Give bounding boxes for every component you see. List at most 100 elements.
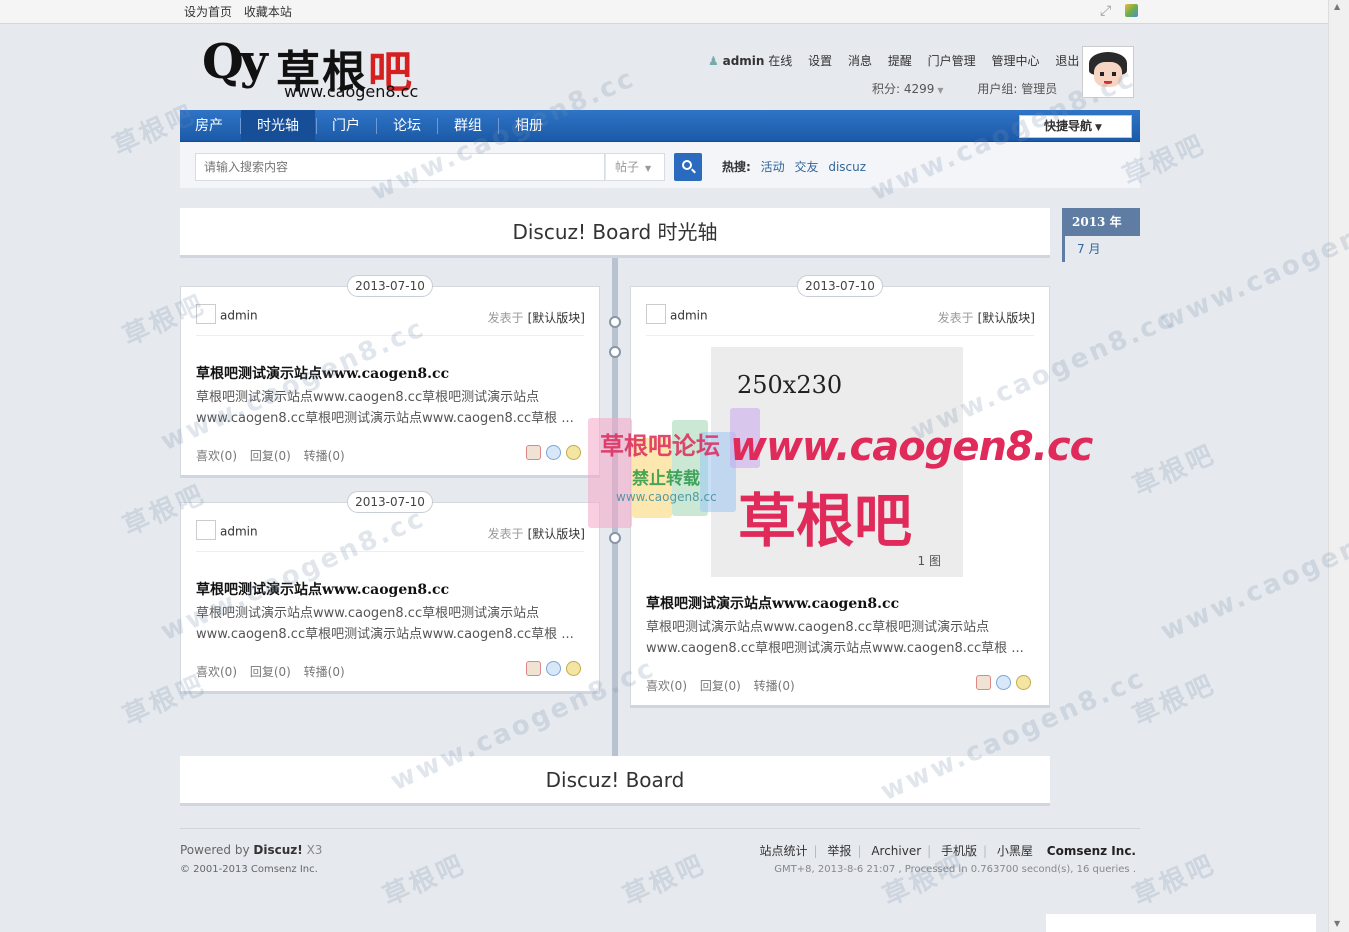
share-icon[interactable] (546, 445, 561, 460)
reply-button[interactable]: 回复(0) (250, 449, 291, 463)
post-author[interactable]: admin (646, 304, 708, 326)
scrollbar[interactable]: ▲ ▼ (1328, 0, 1349, 932)
post-title[interactable]: 草根吧测试演示站点www.caogen8.cc (196, 579, 449, 599)
watermark: 草根吧 (1128, 439, 1221, 503)
hot-search: 热搜: 活动 交友 discuz (722, 158, 872, 175)
tab-forum[interactable]: 论坛 (377, 110, 437, 142)
portal-manage-link[interactable]: 门户管理 (928, 54, 976, 68)
app-icon[interactable] (1125, 4, 1138, 17)
share-icon[interactable] (996, 675, 1011, 690)
forward-button[interactable]: 转播(0) (304, 449, 345, 463)
favorite-icon[interactable] (1016, 675, 1031, 690)
reply-button[interactable]: 回复(0) (700, 679, 741, 693)
product-link[interactable]: Discuz! (253, 843, 302, 857)
favorite-icon[interactable] (566, 445, 581, 460)
post-actions: 喜欢(0) 回复(0) 转播(0) (646, 677, 804, 694)
avatar[interactable] (1082, 46, 1134, 98)
forum-link[interactable]: [默认版块] (978, 311, 1035, 325)
watermark: 草根吧 (618, 849, 711, 913)
hot-keyword[interactable]: 交友 (794, 160, 818, 174)
avatar[interactable] (196, 304, 216, 324)
search-input[interactable] (195, 153, 605, 181)
tab-groups[interactable]: 群组 (438, 110, 498, 142)
footer-link[interactable]: 小黑屋 (997, 844, 1033, 858)
set-home-link[interactable]: 设为首页 (184, 5, 232, 19)
post-forum: 发表于 [默认版块] (937, 311, 1035, 325)
fullscreen-icon[interactable]: ⤢ (1100, 4, 1114, 18)
post-forum: 发表于 [默认版块] (487, 311, 585, 325)
messages-link[interactable]: 消息 (848, 54, 872, 68)
timeline-post: 2013-07-10 admin 发表于 [默认版块] 250x230 1 图 草… (630, 275, 1050, 708)
forward-button[interactable]: 转播(0) (304, 665, 345, 679)
user-bar: ♟ admin 在线 设置 消息 提醒 门户管理 管理中心 退出 (708, 52, 1079, 69)
reminders-link[interactable]: 提醒 (888, 54, 912, 68)
username-link[interactable]: admin (723, 54, 765, 68)
logout-link[interactable]: 退出 (1055, 54, 1079, 68)
forum-link[interactable]: [默认版块] (528, 311, 585, 325)
timeline-dot (609, 532, 621, 544)
forward-button[interactable]: 转播(0) (754, 679, 795, 693)
company-link[interactable]: Comsenz Inc. (1047, 844, 1136, 858)
bookmark-link[interactable]: 收藏本站 (244, 5, 292, 19)
points-menu[interactable]: 积分: 4299 (872, 82, 934, 96)
top-toolbar: 设为首页 收藏本站 ⤢ (0, 0, 1328, 24)
top-links: 设为首页 收藏本站 (184, 3, 300, 20)
quick-nav-button[interactable]: 快捷导航 ▼ (1019, 115, 1132, 138)
timeline-dot (609, 346, 621, 358)
footer-link[interactable]: Archiver (871, 844, 921, 858)
post-image[interactable]: 250x230 1 图 (711, 347, 963, 577)
admin-center-link[interactable]: 管理中心 (992, 54, 1040, 68)
favorite-icon[interactable] (566, 661, 581, 676)
hot-search-label: 热搜: (722, 160, 751, 174)
user-icon: ♟ (708, 54, 719, 68)
year-nav-item[interactable]: 2013 年 (1062, 208, 1140, 236)
footer-links: 站点统计 | 举报 | Archiver | 手机版 | 小黑屋 Comsenz Inc… (759, 844, 1136, 858)
hot-keyword[interactable]: discuz (828, 160, 866, 174)
site-logo[interactable]: Qy 草根吧 www.caogen8.cc (200, 32, 440, 104)
reply-button[interactable]: 回复(0) (250, 665, 291, 679)
timeline-post: 2013-07-10 admin 发表于 [默认版块] 草根吧测试演示站点www.… (180, 491, 600, 694)
post-date: 2013-07-10 (347, 491, 433, 513)
footer-link[interactable]: 举报 (827, 844, 851, 858)
watermark: 草根吧 (1128, 669, 1221, 733)
watermark: www.caogen8.cc (1156, 193, 1349, 337)
footer-link[interactable]: 站点统计 (760, 844, 808, 858)
image-size-label: 250x230 (737, 371, 843, 399)
image-icon[interactable] (976, 675, 991, 690)
share-icon[interactable] (546, 661, 561, 676)
post-tools (971, 675, 1031, 690)
post-title[interactable]: 草根吧测试演示站点www.caogen8.cc (196, 363, 449, 383)
post-tools (521, 661, 581, 676)
timeline-axis (612, 258, 618, 756)
search-button[interactable] (674, 153, 702, 181)
forum-link[interactable]: [默认版块] (528, 527, 585, 541)
user-group[interactable]: 用户组: 管理员 (977, 82, 1057, 96)
like-button[interactable]: 喜欢(0) (196, 665, 237, 679)
image-icon[interactable] (526, 661, 541, 676)
footer-link[interactable]: 手机版 (941, 844, 977, 858)
scroll-down-icon[interactable]: ▼ (1334, 919, 1340, 928)
image-count: 1 图 (917, 554, 941, 568)
search-type-select[interactable]: 帖子 ▼ (605, 153, 665, 181)
avatar[interactable] (646, 304, 666, 324)
post-author[interactable]: admin (196, 520, 258, 542)
post-actions: 喜欢(0) 回复(0) 转播(0) (196, 447, 354, 464)
powered-by: Powered by Discuz! X3 (180, 843, 323, 857)
search-bar: 帖子▼ 热搜: 活动 交友 discuz (180, 142, 1140, 188)
avatar[interactable] (196, 520, 216, 540)
like-button[interactable]: 喜欢(0) (196, 449, 237, 463)
post-title[interactable]: 草根吧测试演示站点www.caogen8.cc (646, 593, 899, 613)
image-icon[interactable] (526, 445, 541, 460)
post-author[interactable]: admin (196, 304, 258, 326)
like-button[interactable]: 喜欢(0) (646, 679, 687, 693)
tab-portal[interactable]: 门户 (317, 110, 375, 142)
hot-keyword[interactable]: 活动 (761, 160, 785, 174)
month-nav-item[interactable]: 7 月 (1062, 236, 1140, 262)
tab-house[interactable]: 房产 (180, 110, 238, 142)
settings-link[interactable]: 设置 (808, 54, 832, 68)
tab-album[interactable]: 相册 (499, 110, 559, 142)
scroll-up-icon[interactable]: ▲ (1334, 2, 1340, 11)
footer-divider (180, 828, 1140, 829)
footer-time: GMT+8, 2013-8-6 21:07 , Processed in 0.7… (774, 864, 1136, 875)
tab-timeline[interactable]: 时光轴 (241, 110, 315, 142)
